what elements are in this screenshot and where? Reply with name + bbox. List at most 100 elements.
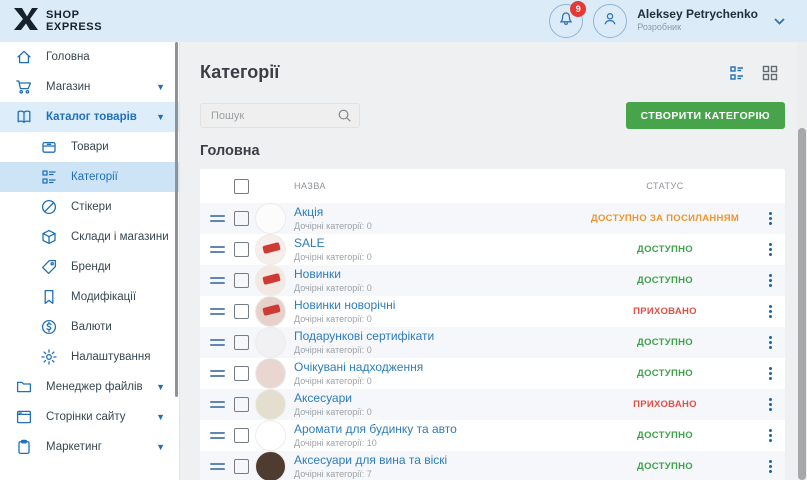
category-name-link[interactable]: Аксесуари bbox=[294, 392, 575, 404]
table-header: НАЗВА СТАТУС bbox=[200, 169, 785, 203]
sidebar: ГоловнаМагазин▼Каталог товарів▼ТовариКат… bbox=[0, 42, 180, 480]
status-badge: ПРИХОВАНО bbox=[575, 399, 755, 410]
section-title: Головна bbox=[200, 143, 785, 159]
brand-logo[interactable]: SHOP EXPRESS bbox=[0, 7, 180, 36]
sale-tag bbox=[262, 273, 280, 285]
category-name-link[interactable]: Подарункові сертифікати bbox=[294, 330, 575, 342]
drag-handle-icon[interactable] bbox=[210, 339, 234, 346]
sidebar-item-products[interactable]: Товари bbox=[0, 132, 179, 162]
drag-handle-icon[interactable] bbox=[210, 277, 234, 284]
row-checkbox[interactable] bbox=[234, 242, 249, 257]
drag-handle-icon[interactable] bbox=[210, 215, 234, 222]
sidebar-item-catalog[interactable]: Каталог товарів▼ bbox=[0, 102, 179, 132]
brand-x-icon bbox=[13, 7, 39, 36]
sidebar-item-brand[interactable]: Бренди bbox=[0, 252, 179, 282]
row-checkbox[interactable] bbox=[234, 366, 249, 381]
row-menu-button[interactable] bbox=[755, 367, 785, 380]
category-image bbox=[255, 420, 286, 451]
select-all-checkbox[interactable] bbox=[234, 179, 249, 194]
category-name-link[interactable]: SALE bbox=[294, 237, 575, 249]
drag-handle-icon[interactable] bbox=[210, 246, 234, 253]
sidebar-item-currency[interactable]: Валюти bbox=[0, 312, 179, 342]
drag-handle-icon[interactable] bbox=[210, 370, 234, 377]
sale-tag bbox=[262, 242, 280, 254]
person-icon bbox=[601, 10, 619, 33]
category-name-link[interactable]: Новинки новорічні bbox=[294, 299, 575, 311]
drag-handle-icon[interactable] bbox=[210, 308, 234, 315]
user-menu-chevron-icon[interactable] bbox=[774, 18, 785, 25]
create-category-button[interactable]: СТВОРИТИ КАТЕГОРІЮ bbox=[626, 102, 785, 129]
sidebar-item-home[interactable]: Головна bbox=[0, 42, 179, 72]
children-count: Дочірні категорії: 0 bbox=[294, 344, 575, 356]
row-checkbox[interactable] bbox=[234, 335, 249, 350]
brand-icon bbox=[40, 258, 58, 276]
row-menu-button[interactable] bbox=[755, 243, 785, 256]
table-row: АкціяДочірні категорії: 0ДОСТУПНО ЗА ПОС… bbox=[200, 203, 785, 234]
list-view-toggle[interactable] bbox=[728, 64, 746, 82]
sidebar-item-folder[interactable]: Менеджер файлів▼ bbox=[0, 372, 179, 402]
row-menu-button[interactable] bbox=[755, 398, 785, 411]
user-name: Aleksey Petrychenko bbox=[637, 8, 758, 21]
category-name-link[interactable]: Аромати для будинку та авто bbox=[294, 423, 575, 435]
status-badge: ДОСТУПНО ЗА ПОСИЛАННЯМ bbox=[575, 213, 755, 224]
category-image bbox=[255, 296, 286, 327]
search-icon[interactable] bbox=[336, 107, 353, 129]
table-row: Аксесуари для вина та віскіДочірні катег… bbox=[200, 451, 785, 480]
row-checkbox[interactable] bbox=[234, 304, 249, 319]
category-name-link[interactable]: Акція bbox=[294, 206, 575, 218]
sidebar-item-settings[interactable]: Налаштування bbox=[0, 342, 179, 372]
column-header-name: НАЗВА bbox=[294, 181, 575, 191]
pages-icon bbox=[15, 408, 33, 426]
categories-icon bbox=[40, 168, 58, 186]
sidebar-item-label: Менеджер файлів bbox=[46, 381, 156, 393]
sidebar-item-label: Склади і магазини bbox=[71, 231, 179, 243]
sidebar-item-label: Категорії bbox=[71, 171, 179, 183]
row-menu-button[interactable] bbox=[755, 460, 785, 473]
page-title: Категорії bbox=[200, 62, 279, 83]
row-checkbox[interactable] bbox=[234, 397, 249, 412]
children-count: Дочірні категорії: 0 bbox=[294, 406, 575, 418]
children-count: Дочірні категорії: 0 bbox=[294, 375, 575, 387]
page-scrollbar-thumb[interactable] bbox=[798, 128, 806, 480]
table-row: Аксесуари Дочірні категорії: 0ПРИХОВАНО bbox=[200, 389, 785, 420]
row-checkbox[interactable] bbox=[234, 211, 249, 226]
sidebar-item-bookmark[interactable]: Модифікації bbox=[0, 282, 179, 312]
category-name-link[interactable]: Очікувані надходження bbox=[294, 361, 575, 373]
sidebar-item-marketing[interactable]: Маркетинг▼ bbox=[0, 432, 179, 462]
sidebar-item-categories[interactable]: Категорії bbox=[0, 162, 179, 192]
sidebar-item-label: Бренди bbox=[71, 261, 179, 273]
drag-handle-icon[interactable] bbox=[210, 401, 234, 408]
row-menu-button[interactable] bbox=[755, 274, 785, 287]
category-name-link[interactable]: Новинки bbox=[294, 268, 575, 280]
row-checkbox[interactable] bbox=[234, 428, 249, 443]
settings-icon bbox=[40, 348, 58, 366]
drag-handle-icon[interactable] bbox=[210, 432, 234, 439]
row-checkbox[interactable] bbox=[234, 459, 249, 474]
sidebar-item-warehouse[interactable]: Склади і магазини bbox=[0, 222, 179, 252]
sidebar-item-sticker[interactable]: Стікери bbox=[0, 192, 179, 222]
row-menu-button[interactable] bbox=[755, 305, 785, 318]
row-checkbox[interactable] bbox=[234, 273, 249, 288]
sidebar-item-label: Головна bbox=[46, 51, 179, 63]
sidebar-item-pages[interactable]: Сторінки сайту▼ bbox=[0, 402, 179, 432]
sidebar-scrollbar[interactable] bbox=[175, 42, 178, 397]
chevron-down-icon: ▼ bbox=[156, 82, 165, 92]
row-menu-button[interactable] bbox=[755, 212, 785, 225]
notifications-button[interactable]: 9 bbox=[549, 4, 583, 38]
user-info: Aleksey Petrychenko Розробник bbox=[637, 8, 758, 34]
sidebar-item-cart[interactable]: Магазин▼ bbox=[0, 72, 179, 102]
drag-handle-icon[interactable] bbox=[210, 463, 234, 470]
sidebar-item-label: Каталог товарів bbox=[46, 111, 156, 123]
sale-tag bbox=[262, 304, 280, 316]
user-avatar[interactable] bbox=[593, 4, 627, 38]
category-image bbox=[255, 234, 286, 265]
row-menu-button[interactable] bbox=[755, 429, 785, 442]
user-role: Розробник bbox=[637, 21, 758, 34]
bookmark-icon bbox=[40, 288, 58, 306]
grid-view-toggle[interactable] bbox=[761, 64, 779, 82]
row-menu-button[interactable] bbox=[755, 336, 785, 349]
table-row: Аромати для будинку та автоДочірні катег… bbox=[200, 420, 785, 451]
page-scrollbar[interactable] bbox=[797, 42, 807, 480]
currency-icon bbox=[40, 318, 58, 336]
category-name-link[interactable]: Аксесуари для вина та віскі bbox=[294, 454, 575, 466]
